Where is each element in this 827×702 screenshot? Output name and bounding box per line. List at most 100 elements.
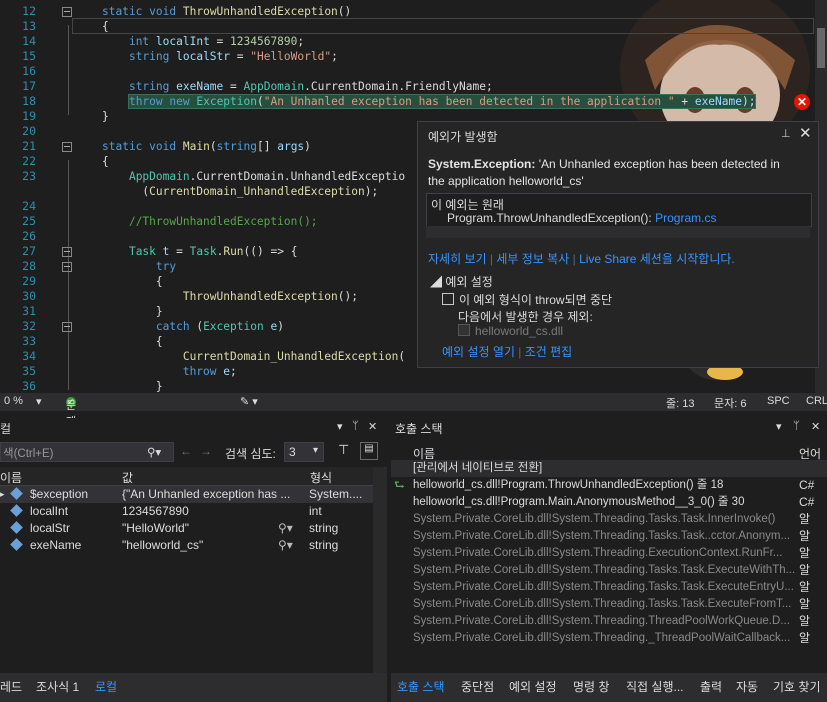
call-stack-frame[interactable]: System.Private.CoreLib.dll!System.Thread… xyxy=(391,545,827,562)
code-text[interactable]: string exeName = AppDomain.CurrentDomain… xyxy=(102,79,493,94)
close-icon[interactable]: ✕ xyxy=(799,124,812,142)
horizontal-scrollbar[interactable] xyxy=(426,226,810,238)
pin-icon[interactable]: ᛘ xyxy=(352,420,359,432)
frame-language: 알 xyxy=(799,546,811,560)
code-text[interactable]: try xyxy=(102,259,176,274)
fold-toggle-icon[interactable] xyxy=(62,7,72,17)
code-text[interactable]: throw e; xyxy=(102,364,237,379)
tool-tab[interactable]: 호출 스택 xyxy=(397,678,445,695)
call-stack-frame[interactable]: System.Private.CoreLib.dll!System.Thread… xyxy=(391,613,827,630)
line-number: 30 xyxy=(22,289,36,303)
open-exception-settings-link[interactable]: 예외 설정 열기 xyxy=(442,345,515,359)
code-text[interactable]: { xyxy=(102,154,109,169)
tool-tab[interactable]: 기호 찾기 xyxy=(773,678,821,695)
locals-search-input[interactable]: 색(Ctrl+E) ⚲▾ xyxy=(0,442,174,462)
code-text[interactable]: { xyxy=(102,19,109,34)
tool-tab[interactable]: 자동 xyxy=(736,678,758,695)
fold-toggle-icon[interactable] xyxy=(62,142,72,152)
call-stack-frame[interactable]: System.Private.CoreLib.dll!System.Thread… xyxy=(391,528,827,545)
code-text[interactable]: static void Main(string[] args) xyxy=(102,139,311,154)
code-text[interactable]: { xyxy=(102,334,163,349)
zoom-dropdown-icon[interactable]: ▾ xyxy=(36,395,42,408)
variable-value: "HelloWorld" xyxy=(122,521,189,535)
live-share-link[interactable]: Live Share 세션을 시작합니다. xyxy=(579,252,735,266)
call-stack-frame[interactable]: helloworld_cs.dll!Program.Main.Anonymous… xyxy=(391,494,827,511)
code-text[interactable]: //ThrowUnhandledException(); xyxy=(102,214,318,229)
locals-row[interactable]: localInt 1234567890 int xyxy=(0,503,373,520)
error-icon[interactable]: ✕ xyxy=(794,94,810,110)
tool-tab[interactable]: 로컬 xyxy=(95,678,117,695)
tool-tab[interactable]: 중단점 xyxy=(461,678,494,695)
code-line[interactable]: 18 throw new Exception("An Unhanled exce… xyxy=(0,94,812,109)
code-text[interactable]: static void ThrowUnhandledException() xyxy=(102,4,351,19)
fold-toggle-icon[interactable] xyxy=(62,322,72,332)
filter-icon[interactable]: ⊤ xyxy=(338,442,349,458)
code-text[interactable]: catch (Exception e) xyxy=(102,319,284,334)
call-stack-column-header: 이름 언어 xyxy=(391,442,827,461)
dropdown-icon[interactable]: ▾ xyxy=(337,420,343,433)
call-stack-frame[interactable]: System.Private.CoreLib.dll!System.Thread… xyxy=(391,511,827,528)
code-text[interactable]: ThrowUnhandledException(); xyxy=(102,289,358,304)
tool-tab[interactable]: 직접 실행... xyxy=(626,678,684,695)
code-line[interactable]: 14 int localInt = 1234567890; xyxy=(0,34,812,49)
locals-scrollbar[interactable] xyxy=(373,467,387,673)
brush-icon[interactable]: ✎ ▾ xyxy=(240,395,258,408)
edit-conditions-link[interactable]: 조건 편집 xyxy=(525,345,573,359)
search-depth-select[interactable]: 3 ▾ xyxy=(284,442,324,462)
dropdown-icon[interactable]: ▾ xyxy=(776,420,782,433)
code-text[interactable]: (CurrentDomain_UnhandledException); xyxy=(102,184,378,199)
line-indicator: 줄: 13 xyxy=(666,398,695,410)
code-text[interactable]: string localStr = "HelloWorld"; xyxy=(102,49,338,64)
locals-row[interactable]: ▸ $exception {"An Unhanled exception has .… xyxy=(0,486,373,503)
zoom-level[interactable]: 0 % xyxy=(4,395,23,407)
code-text[interactable]: } xyxy=(102,304,163,319)
fold-toggle-icon[interactable] xyxy=(62,247,72,257)
code-line[interactable]: 13 { xyxy=(0,19,812,34)
locals-row[interactable]: localStr "HelloWorld" ⚲▾ string xyxy=(0,520,373,537)
frame-name: System.Private.CoreLib.dll!System.Thread… xyxy=(413,530,791,542)
code-text[interactable]: AppDomain.CurrentDomain.UnhandledExcepti… xyxy=(102,169,405,184)
close-icon[interactable]: ✕ xyxy=(811,420,820,433)
tool-tab[interactable]: 예외 설정 xyxy=(509,678,557,695)
code-text[interactable]: } xyxy=(102,379,163,393)
locals-row[interactable]: exeName "helloworld_cs" ⚲▾ string xyxy=(0,537,373,554)
code-text[interactable]: CurrentDomain_UnhandledException( xyxy=(102,349,405,364)
tool-tab[interactable]: 출력 xyxy=(700,678,722,695)
break-on-throw-checkbox[interactable]: 이 예외 형식이 throw되면 중단 xyxy=(442,291,612,308)
call-stack-frame[interactable]: ⮑ helloworld_cs.dll!Program.ThrowUnhandle… xyxy=(391,477,827,494)
pin-icon[interactable]: ⊥ xyxy=(781,127,791,140)
fold-toggle-icon[interactable] xyxy=(62,262,72,272)
call-stack-frame[interactable]: System.Private.CoreLib.dll!System.Thread… xyxy=(391,596,827,613)
tool-tab[interactable]: 레드 xyxy=(0,678,22,695)
pin-icon[interactable]: ᛘ xyxy=(793,420,800,432)
view-details-link[interactable]: 자세히 보기 xyxy=(428,252,487,266)
code-text[interactable]: } xyxy=(102,109,109,124)
hex-display-icon[interactable]: ▤ xyxy=(360,442,378,460)
tool-tab[interactable]: 명령 창 xyxy=(573,678,609,695)
locals-panel[interactable]: 컬 ▾ ᛘ ✕ 색(Ctrl+E) ⚲▾ ← → 검색 심도: 3 ▾ ⊤ ▤ … xyxy=(0,418,387,673)
code-line[interactable]: 36 } xyxy=(0,379,812,393)
close-icon[interactable]: ✕ xyxy=(368,420,377,433)
exception-origin-box[interactable]: 이 예외는 원래 Program.ThrowUnhandledException… xyxy=(426,193,812,227)
code-line[interactable]: 17 string exeName = AppDomain.CurrentDom… xyxy=(0,79,812,94)
code-text[interactable]: throw new Exception("An Unhanled excepti… xyxy=(102,94,757,109)
tool-tab[interactable]: 조사식 1 xyxy=(36,678,79,695)
call-stack-frame[interactable]: System.Private.CoreLib.dll!System.Thread… xyxy=(391,579,827,596)
code-text[interactable]: { xyxy=(102,274,163,289)
code-text[interactable]: int localInt = 1234567890; xyxy=(102,34,304,49)
call-stack-frame[interactable]: System.Private.CoreLib.dll!System.Thread… xyxy=(391,630,827,647)
call-stack-frame[interactable]: System.Private.CoreLib.dll!System.Thread… xyxy=(391,562,827,579)
code-line[interactable]: 12 static void ThrowUnhandledException() xyxy=(0,4,812,19)
code-line[interactable]: 16 xyxy=(0,64,812,79)
exception-popup[interactable]: 예외가 발생함 ⊥ ✕ System.Exception: 'An Unhanl… xyxy=(417,121,819,368)
search-forward-icon[interactable]: → xyxy=(200,444,212,458)
call-stack-frame[interactable]: [관리에서 네이티브로 전환] xyxy=(391,460,827,477)
program-cs-link[interactable]: Program.cs xyxy=(655,211,716,225)
call-stack-panel[interactable]: 호출 스택 ▾ ᛘ ✕ 이름 언어 [관리에서 네이티브로 전환] ⮑ hellow… xyxy=(391,418,827,673)
exception-settings-header[interactable]: ◢ 예외 설정 xyxy=(430,273,493,290)
code-text[interactable]: Task t = Task.Run(() => { xyxy=(102,244,297,259)
search-back-icon[interactable]: ← xyxy=(180,444,192,458)
code-editor[interactable]: 12 static void ThrowUnhandledException() 1… xyxy=(0,0,827,393)
copy-details-link[interactable]: 세부 정보 복사 xyxy=(496,252,569,266)
code-line[interactable]: 15 string localStr = "HelloWorld"; xyxy=(0,49,812,64)
